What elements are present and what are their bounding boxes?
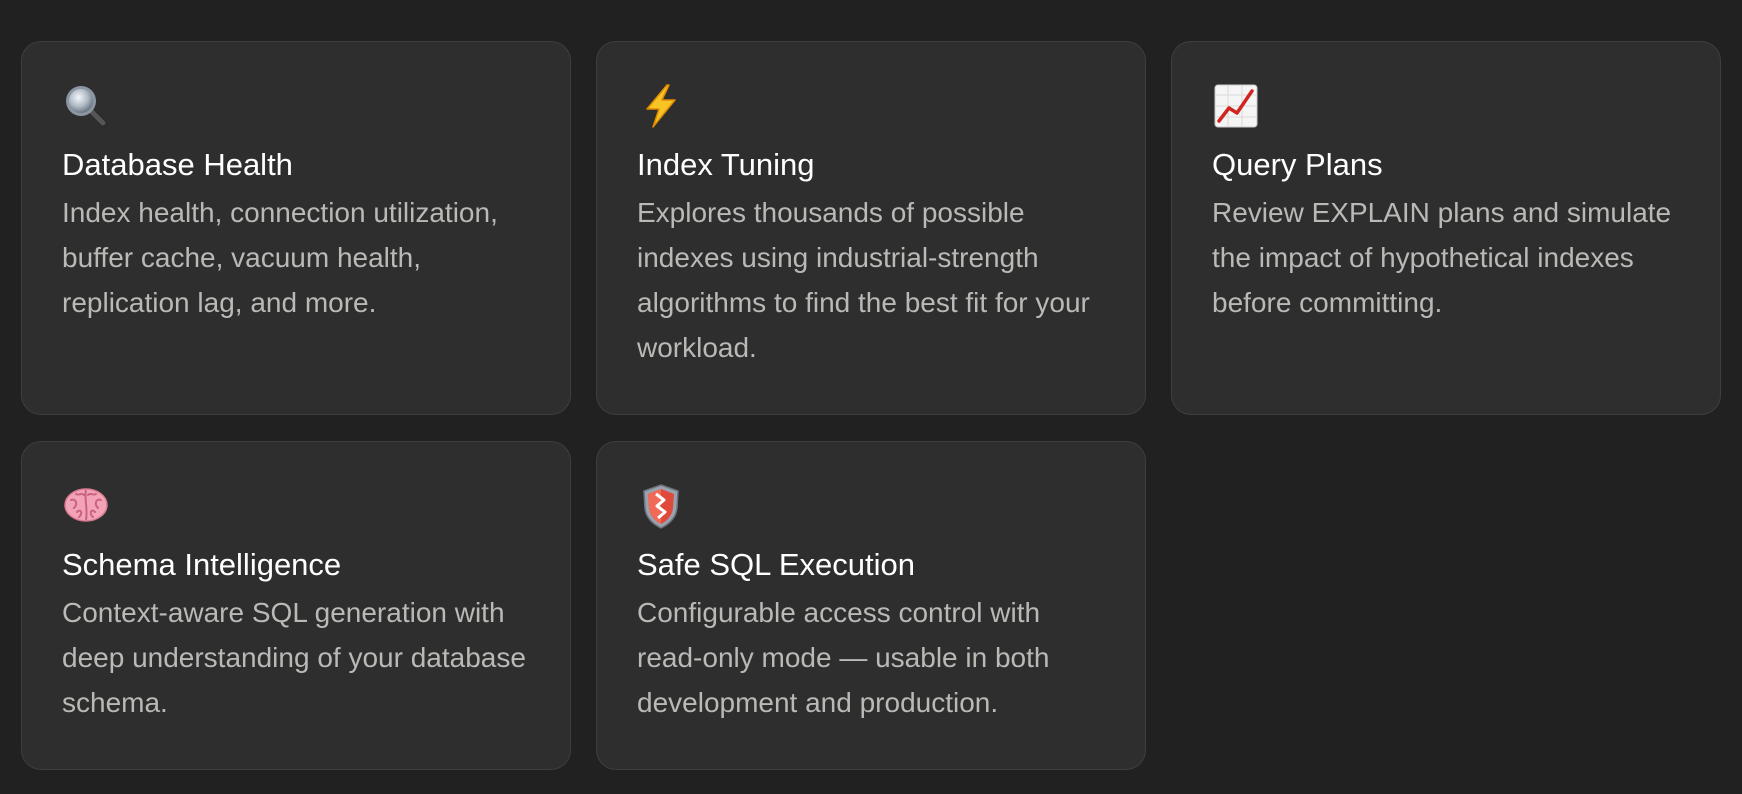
feature-grid: Database Health Index health, connection… (21, 41, 1721, 770)
feature-card-index-tuning: Index Tuning Explores thousands of possi… (596, 41, 1146, 415)
feature-description: Explores thousands of possible indexes u… (637, 197, 1090, 363)
brain-icon (62, 482, 110, 530)
feature-description: Index health, connection utilization, bu… (62, 197, 498, 318)
feature-card-schema-intelligence: Schema Intelligence Context-aware SQL ge… (21, 441, 571, 770)
feature-title: Index Tuning (637, 147, 815, 182)
feature-description: Context-aware SQL generation with deep u… (62, 597, 526, 718)
chart-increasing-icon (1212, 82, 1260, 130)
lightning-bolt-icon (637, 82, 685, 130)
feature-title: Query Plans (1212, 147, 1383, 182)
feature-description: Review EXPLAIN plans and simulate the im… (1212, 197, 1672, 318)
feature-title: Schema Intelligence (62, 547, 342, 582)
feature-card-database-health: Database Health Index health, connection… (21, 41, 571, 415)
feature-title: Database Health (62, 147, 293, 182)
feature-card-safe-sql-execution: Safe SQL Execution Configurable access c… (596, 441, 1146, 770)
feature-description: Configurable access control with read-on… (637, 597, 1050, 718)
shield-icon (637, 482, 685, 530)
feature-title: Safe SQL Execution (637, 547, 916, 582)
magnifying-glass-icon (62, 82, 110, 130)
feature-card-query-plans: Query Plans Review EXPLAIN plans and sim… (1171, 41, 1721, 415)
